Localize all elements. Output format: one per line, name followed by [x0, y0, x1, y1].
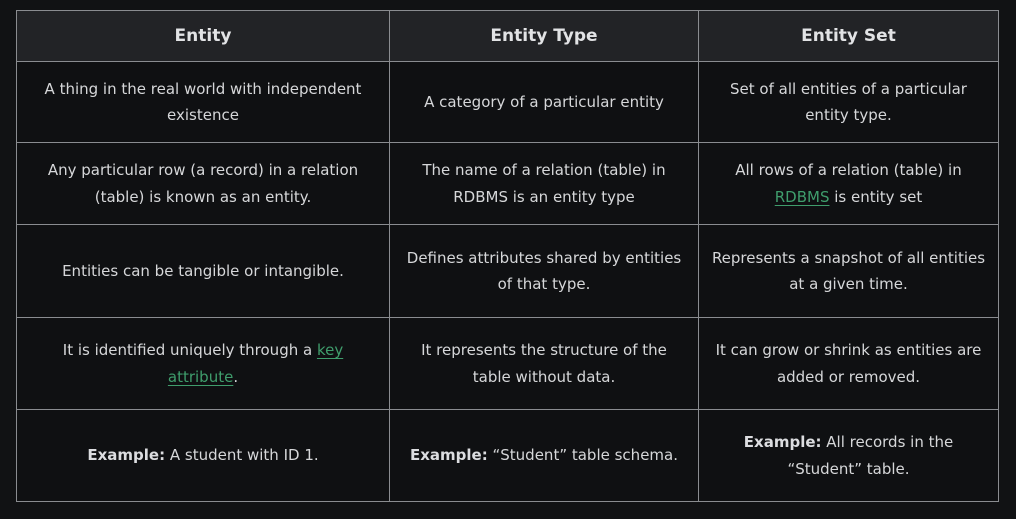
table-row: Example: A student with ID 1. Example: “… [16, 409, 999, 502]
cell-entity-type: Defines attributes shared by entities of… [389, 224, 699, 318]
cell-entity-type: The name of a relation (table) in RDBMS … [389, 142, 699, 225]
comparison-table: Entity Entity Type Entity Set A thing in… [16, 10, 999, 502]
cell-entity-type: A category of a particular entity [389, 61, 699, 143]
table-body: A thing in the real world with independe… [16, 61, 999, 502]
example-label: Example: [410, 446, 488, 465]
table-header: Entity Entity Type Entity Set [16, 10, 999, 62]
header-entity-type: Entity Type [389, 10, 699, 62]
cell-text: All rows of a relation (table) in [735, 161, 962, 179]
cell-entity: A thing in the real world with independe… [16, 61, 390, 143]
cell-text: It is identified uniquely through a [62, 341, 317, 359]
header-entity: Entity [16, 10, 390, 62]
cell-entity-set: All rows of a relation (table) in RDBMS … [698, 142, 999, 225]
cell-entity: Example: A student with ID 1. [16, 409, 390, 502]
example-label: Example: [743, 433, 822, 451]
cell-text: is entity set [829, 187, 923, 206]
cell-entity-type: It represents the structure of the table… [389, 317, 699, 410]
cell-entity: Any particular row (a record) in a relat… [16, 142, 390, 225]
cell-entity-set: It can grow or shrink as entities are ad… [698, 317, 999, 410]
table-row: Entities can be tangible or intangible. … [16, 224, 999, 318]
rdbms-link[interactable]: RDBMS [775, 188, 830, 206]
cell-text: “Student” table schema. [487, 446, 679, 465]
cell-entity-type: Example: “Student” table schema. [389, 409, 699, 502]
cell-entity: It is identified uniquely through a key … [16, 317, 390, 410]
cell-entity: Entities can be tangible or intangible. [16, 224, 390, 318]
header-row: Entity Entity Type Entity Set [16, 10, 999, 62]
table-row: A thing in the real world with independe… [16, 61, 999, 143]
cell-text: . [233, 367, 239, 386]
cell-entity-set: Example: All records in the “Student” ta… [698, 409, 999, 502]
header-entity-set: Entity Set [698, 10, 999, 62]
table-row: It is identified uniquely through a key … [16, 317, 999, 410]
cell-entity-set: Set of all entities of a particular enti… [698, 61, 999, 143]
cell-text: A student with ID 1. [165, 446, 319, 465]
cell-entity-set: Represents a snapshot of all entities at… [698, 224, 999, 318]
example-label: Example: [87, 446, 166, 465]
table-row: Any particular row (a record) in a relat… [16, 142, 999, 225]
